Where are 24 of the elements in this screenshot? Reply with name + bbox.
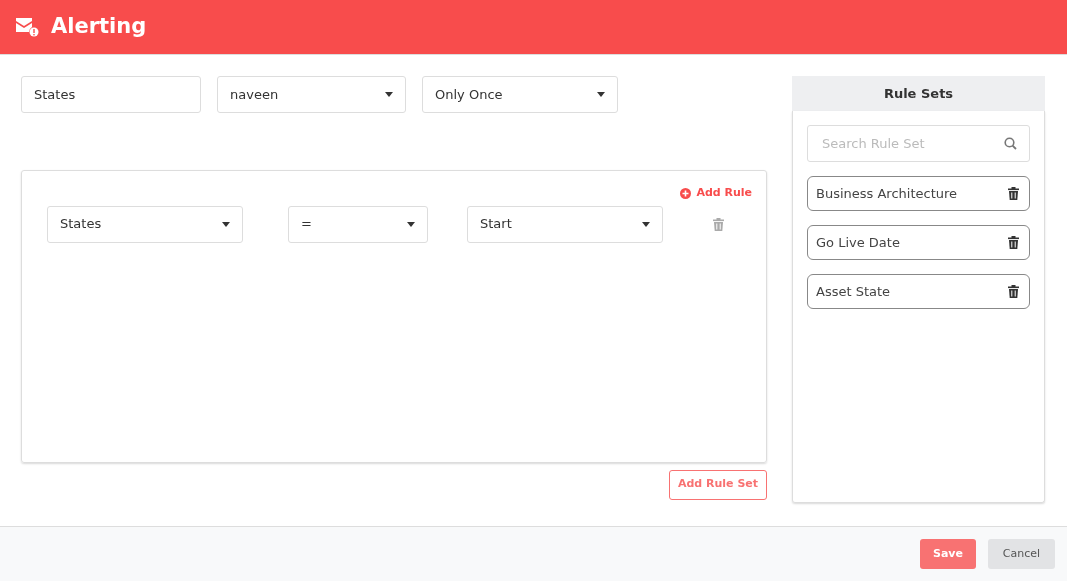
search-field[interactable]: Search Rule Set	[807, 125, 1030, 162]
search-icon	[1004, 137, 1017, 150]
caret-icon	[385, 92, 393, 97]
dropdown[interactable]: States	[47, 205, 243, 243]
panel-title: Rule Sets	[792, 76, 1045, 111]
rule-set-item[interactable]: Business Architecture	[807, 176, 1030, 211]
trash-icon[interactable]	[1008, 285, 1019, 298]
dropdown[interactable]: Start	[467, 205, 663, 243]
plus-circle-icon	[680, 187, 692, 199]
caret-icon	[642, 221, 650, 227]
text-field[interactable]: States	[21, 76, 201, 113]
trash-icon[interactable]	[1008, 236, 1019, 249]
caret-icon	[597, 92, 605, 97]
mail-alert-icon	[15, 17, 39, 37]
rule-set-item[interactable]: Asset State	[807, 274, 1030, 309]
rule-set-item[interactable]: Go Live Date	[807, 225, 1030, 260]
cancel-button[interactable]: Cancel	[988, 539, 1055, 569]
dropdown[interactable]: =	[288, 205, 428, 243]
caret-icon	[407, 221, 415, 227]
trash-icon[interactable]	[1008, 187, 1019, 200]
dropdown[interactable]: Only Once	[422, 76, 618, 113]
caret-icon	[222, 221, 230, 227]
dropdown[interactable]: naveen	[217, 76, 406, 113]
page-title: Alerting	[51, 14, 147, 40]
